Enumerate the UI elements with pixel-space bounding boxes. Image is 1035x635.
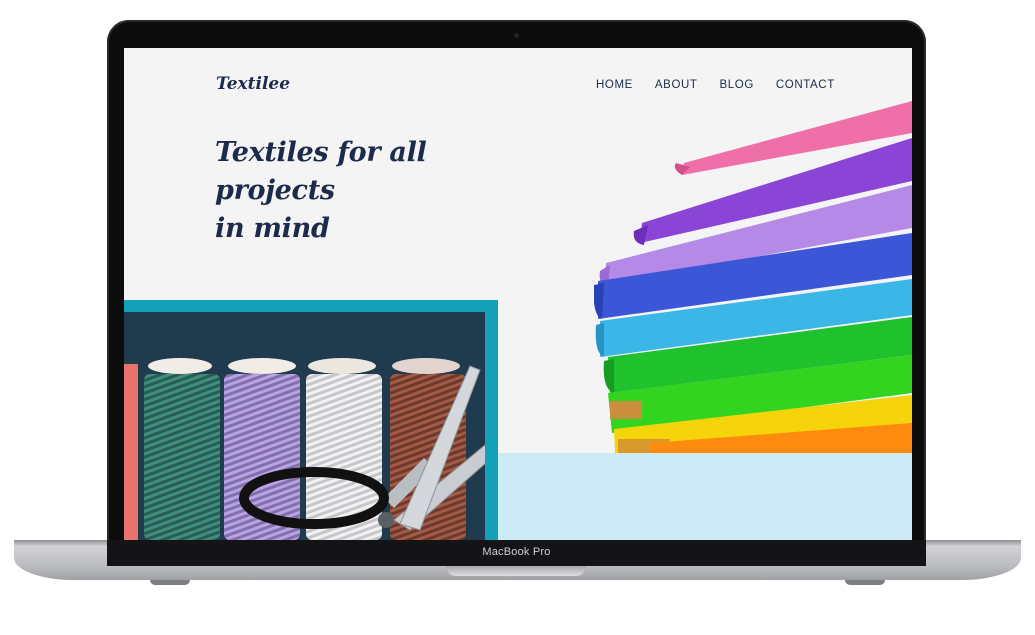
hero-headline-line1: Textiles for all projects [215, 137, 427, 206]
laptop-screen: Textilee HOME ABOUT BLOG CONTACT Textile… [124, 48, 912, 540]
site-logo[interactable]: Textilee [216, 74, 290, 94]
hero-headline-line2: in mind [215, 213, 330, 244]
laptop-notch [446, 566, 586, 576]
device-model-label: MacBook Pro [482, 546, 551, 558]
hero-headline: Textiles for all projects in mind [215, 134, 555, 248]
fabric-stack-image [594, 101, 912, 453]
nav-about[interactable]: ABOUT [655, 79, 698, 91]
nav-home[interactable]: HOME [596, 79, 633, 91]
laptop-foot-right [845, 580, 885, 585]
laptop-hinge: MacBook Pro [107, 540, 926, 566]
thread-spools-image [124, 358, 485, 540]
camera-dot [514, 33, 519, 38]
nav-blog[interactable]: BLOG [720, 79, 754, 91]
accent-panel [498, 453, 912, 540]
laptop-foot-left [150, 580, 190, 585]
nav-contact[interactable]: CONTACT [776, 79, 835, 91]
main-nav: HOME ABOUT BLOG CONTACT [596, 79, 835, 91]
